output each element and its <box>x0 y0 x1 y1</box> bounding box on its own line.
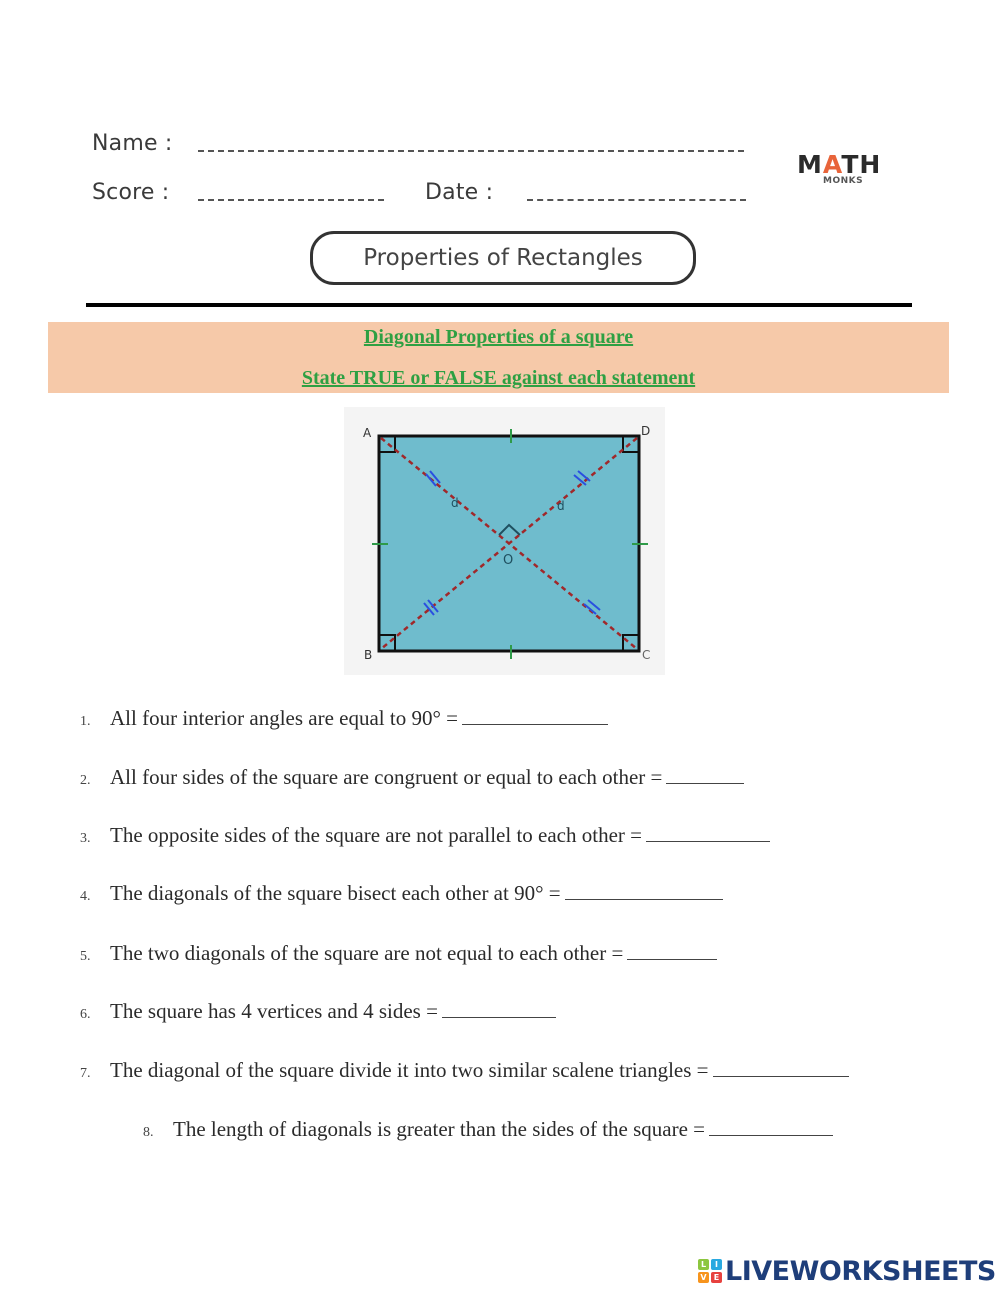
question-text: The opposite sides of the square are not… <box>110 823 642 847</box>
vertex-label-b: B <box>364 648 372 662</box>
diagonal-label-left: d <box>451 496 459 510</box>
question-2: 2. All four sides of the square are congr… <box>80 765 745 790</box>
answer-blank-5[interactable] <box>627 941 718 960</box>
question-text: All four interior angles are equal to 90… <box>110 706 458 730</box>
liveworksheets-wordmark: LIVEWORKSHEETS <box>725 1255 996 1287</box>
answer-blank-3[interactable] <box>645 823 770 842</box>
vertex-label-a: A <box>363 426 372 440</box>
name-label: Name : <box>92 131 173 156</box>
vertex-label-d: D <box>641 424 650 438</box>
question-4: 4. The diagonals of the square bisect eac… <box>80 881 723 906</box>
answer-blank-6[interactable] <box>441 999 556 1018</box>
vertex-label-c: C <box>642 648 650 662</box>
answer-blank-2[interactable] <box>666 765 745 784</box>
answer-blank-1[interactable] <box>461 706 608 725</box>
logo-monks-text: MONKS <box>823 176 864 186</box>
banner-heading: Diagonal Properties of a square <box>363 326 634 348</box>
divider <box>86 303 912 307</box>
diagonal-label-right: d <box>557 499 565 513</box>
question-number: 3. <box>80 831 91 846</box>
question-5: 5. The two diagonals of the square are no… <box>80 941 718 966</box>
question-text: All four sides of the square are congrue… <box>110 765 663 789</box>
tile-l: L <box>698 1259 709 1270</box>
question-text: The length of diagonals is greater than … <box>173 1117 706 1141</box>
question-3: 3. The opposite sides of the square are n… <box>80 823 770 848</box>
score-label: Score : <box>92 180 170 205</box>
question-text: The square has 4 vertices and 4 sides = <box>110 999 438 1023</box>
tile-e: E <box>711 1272 722 1283</box>
question-number: 7. <box>80 1066 91 1081</box>
question-6: 6. The square has 4 vertices and 4 sides … <box>80 999 556 1024</box>
question-number: 8. <box>143 1125 154 1140</box>
tile-i: I <box>711 1259 722 1270</box>
question-number: 2. <box>80 773 91 788</box>
question-number: 1. <box>80 714 91 729</box>
name-field[interactable] <box>198 150 744 152</box>
tile-v: V <box>698 1272 709 1283</box>
question-number: 4. <box>80 889 91 904</box>
logo-math-text: MATH <box>797 150 882 179</box>
question-text: The two diagonals of the square are not … <box>110 941 624 965</box>
score-field[interactable] <box>198 199 384 201</box>
answer-blank-4[interactable] <box>564 881 723 900</box>
answer-blank-7[interactable] <box>712 1058 849 1077</box>
question-text: The diagonals of the square bisect each … <box>110 881 561 905</box>
math-monks-logo: MATH MONKS <box>797 152 889 192</box>
question-7: 7. The diagonal of the square divide it i… <box>80 1058 849 1083</box>
question-8: 8. The length of diagonals is greater tha… <box>143 1117 834 1142</box>
square-diagram: A D B C O d d <box>344 407 665 675</box>
instruction-banner: Diagonal Properties of a square State TR… <box>48 322 949 393</box>
date-label: Date : <box>425 180 494 205</box>
question-text: The diagonal of the square divide it int… <box>110 1058 709 1082</box>
square-diagram-svg: A D B C O d d <box>363 424 650 662</box>
liveworksheets-logo: L I V E LIVEWORKSHEETS <box>698 1255 996 1287</box>
worksheet-title: Properties of Rectangles <box>310 231 696 285</box>
question-number: 6. <box>80 1007 91 1022</box>
logo-triangle-a: A <box>822 150 842 179</box>
date-field[interactable] <box>527 199 746 201</box>
liveworksheets-tiles-icon: L I V E <box>698 1259 722 1283</box>
question-number: 5. <box>80 949 91 964</box>
center-label-o: O <box>503 553 513 568</box>
answer-blank-8[interactable] <box>709 1117 834 1136</box>
banner-instruction: State TRUE or FALSE against each stateme… <box>301 367 696 389</box>
question-1: 1. All four interior angles are equal to … <box>80 706 608 731</box>
